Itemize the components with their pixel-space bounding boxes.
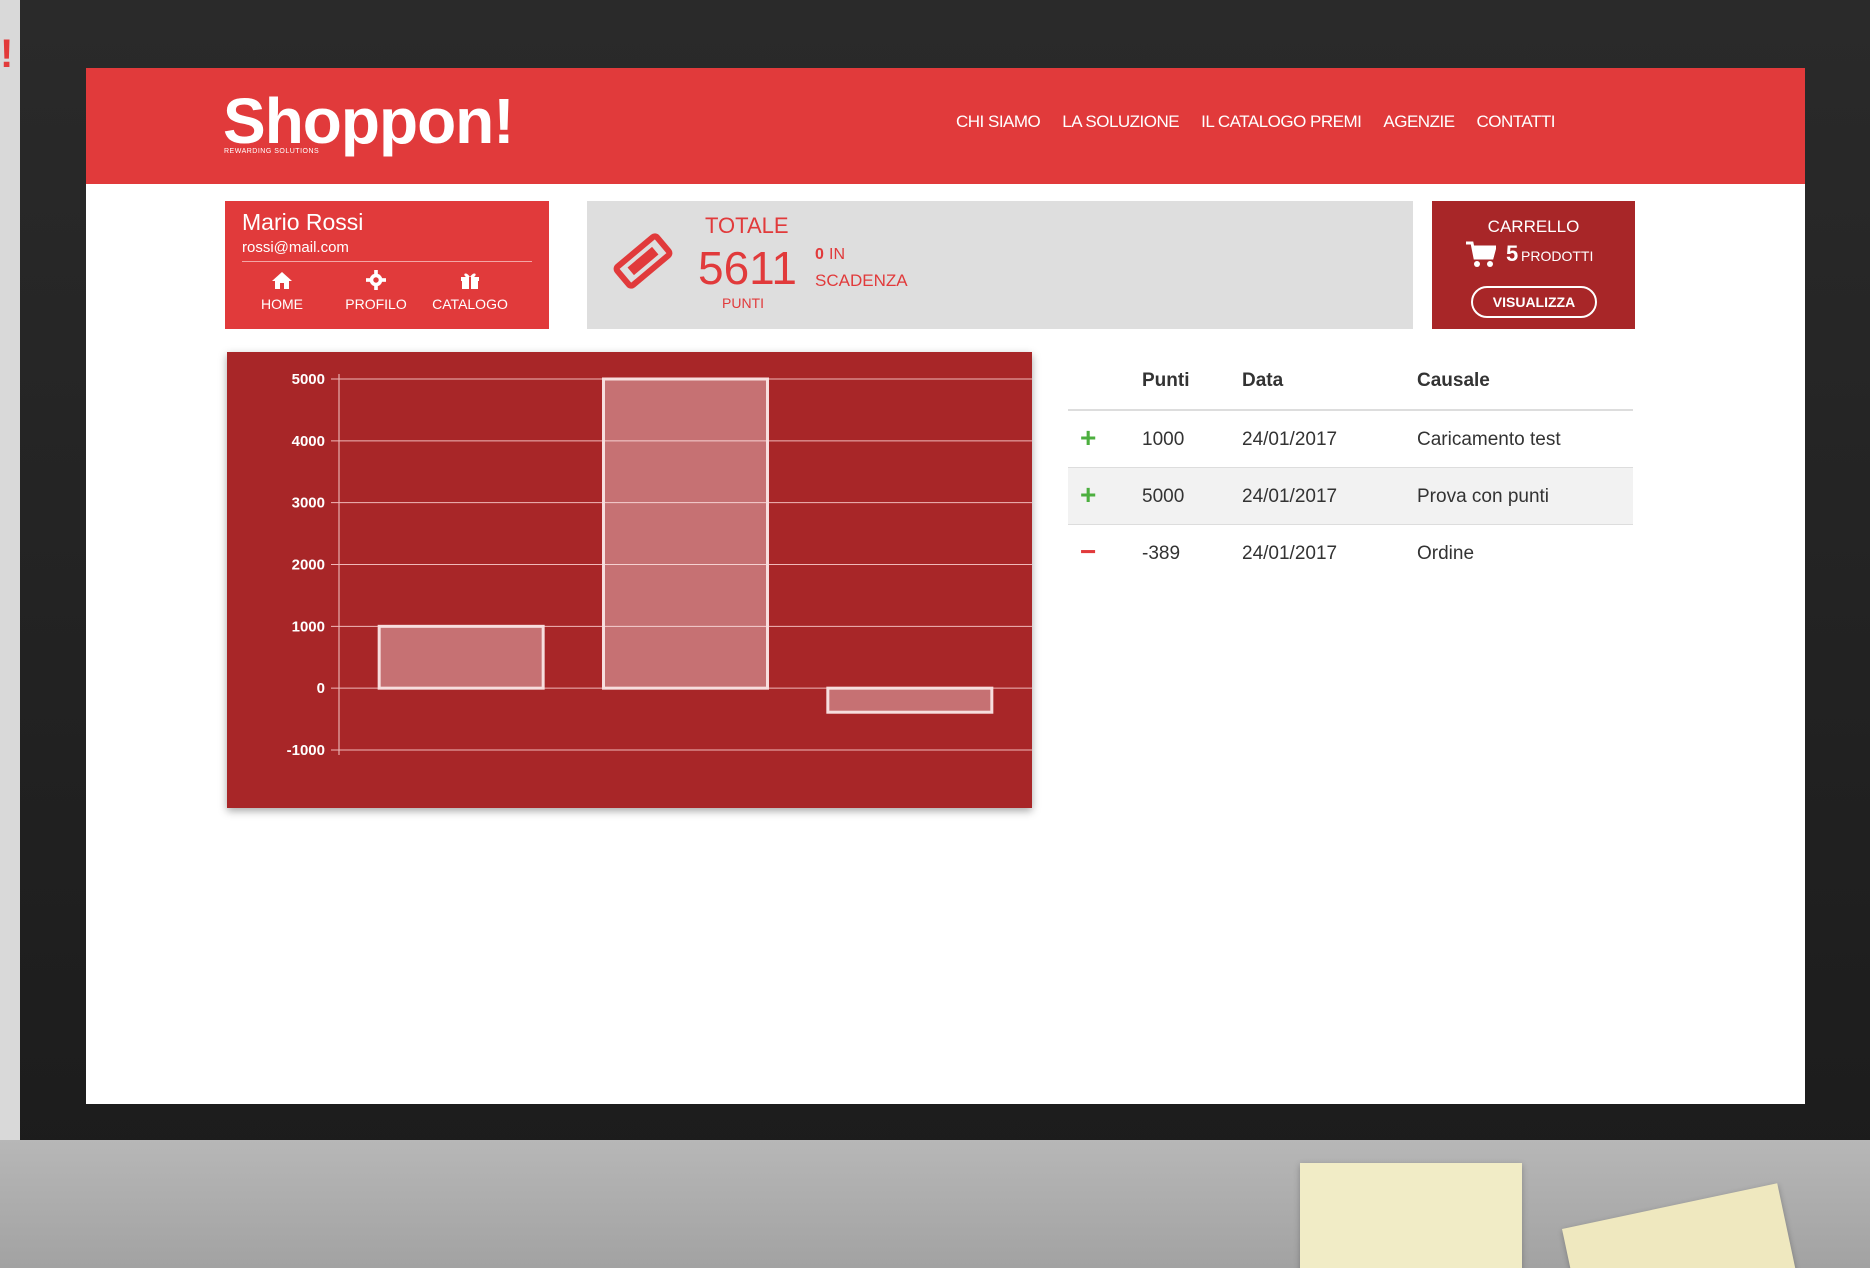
points-chart-svg: 5000 4000 3000 2000 1000 0 -1000 [287,371,1032,759]
user-nav-profilo-label: PROFILO [345,296,407,312]
gift-icon [423,270,517,296]
row-points: -389 [1142,543,1181,564]
bar [826,686,994,714]
user-email: rossi@mail.com [242,239,349,256]
plus-icon: + [1080,479,1097,510]
user-nav-catalogo-label: CATALOGO [432,296,508,312]
y-tick-label: 4000 [292,433,325,450]
cart-widget: CARRELLO 5 PRODOTTI VISUALIZZA [1432,201,1635,329]
row-date: 24/01/2017 [1242,486,1338,507]
row-reason: Caricamento test [1417,429,1561,450]
row-points: 5000 [1142,486,1185,507]
minus-icon: − [1080,536,1097,567]
y-tick-label: 3000 [292,495,325,512]
user-nav: HOME PROFILO CATALOGO [235,270,517,312]
nav-chi-siamo[interactable]: CHI SIAMO [956,112,1041,132]
header-reason: Causale [1417,370,1490,391]
total-points-unit: PUNTI [722,295,764,311]
total-points-value: 5611 [698,242,797,294]
header-points: Punti [1142,370,1190,391]
y-tick-label: 0 [317,680,325,697]
y-tick-label: -1000 [287,742,325,759]
transactions-table: Punti Data Causale + 1000 24/01/2017 Car… [1068,353,1633,581]
bar [377,624,545,690]
expiring-label: SCADENZA [815,271,908,290]
bar [602,377,769,690]
row-date: 24/01/2017 [1242,429,1338,450]
logo-subtitle: REWARDING SOLUTIONS [224,148,320,155]
row-reason: Ordine [1417,543,1475,564]
background-wall [0,0,20,1268]
expiring-in: IN [829,246,845,263]
points-chart: 5000 4000 3000 2000 1000 0 -1000 [227,352,1032,808]
y-tick-label: 5000 [292,371,325,388]
plus-icon: + [1080,422,1097,453]
total-label: TOTALE [705,213,789,238]
main-nav: CHI SIAMO LA SOLUZIONE IL CATALOGO PREMI… [956,112,1556,132]
cart-icon [1466,241,1497,274]
user-nav-home-label: HOME [261,296,303,312]
cart-unit: PRODOTTI [1521,248,1594,264]
site-header: Shoppon! REWARDING SOLUTIONS CHI SIAMO L… [86,68,1805,184]
row-points: 1000 [1142,429,1185,450]
row-reason: Prova con punti [1417,486,1550,507]
row-date: 24/01/2017 [1242,543,1338,564]
user-nav-profilo[interactable]: PROFILO [329,270,423,312]
home-icon [235,270,329,296]
table-row: − -389 24/01/2017 Ordine [1068,525,1633,581]
divider [242,261,532,262]
cart-title: CARRELLO [1487,217,1580,236]
y-tick-label: 2000 [292,557,325,574]
header-date: Data [1242,370,1284,391]
user-name: Mario Rossi [242,209,364,235]
table-header: Punti Data Causale [1068,353,1633,411]
corner-logo-fragment: ! [0,32,14,76]
nav-agenzie[interactable]: AGENZIE [1383,112,1455,132]
table-row: + 5000 24/01/2017 Prova con punti [1068,468,1633,525]
nav-contatti[interactable]: CONTATTI [1477,112,1556,132]
site-logo[interactable]: Shoppon! [223,84,515,158]
user-nav-catalogo[interactable]: CATALOGO [423,270,517,312]
nav-catalogo-premi[interactable]: IL CATALOGO PREMI [1201,112,1362,132]
view-cart-button[interactable]: VISUALIZZA [1471,286,1597,318]
y-tick-label: 1000 [292,618,325,635]
monitor-screen: Shoppon! REWARDING SOLUTIONS CHI SIAMO L… [86,68,1805,1104]
cart-count: 5 [1506,241,1519,266]
nav-la-soluzione[interactable]: LA SOLUZIONE [1062,112,1179,132]
monitor-frame: ! Shoppon! REWARDING SOLUTIONS CHI SIAMO… [0,0,1870,1268]
expiring-count: 0 [815,246,824,263]
gear-icon [329,270,423,296]
points-summary: TOTALE 5611 PUNTI 0 IN SCADENZA [587,201,1413,329]
user-card: Mario Rossi rossi@mail.com HOME PROFILO [225,201,549,329]
table-row: + 1000 24/01/2017 Caricamento test [1068,411,1633,468]
ticket-icon [611,229,675,298]
user-nav-home[interactable]: HOME [235,270,329,312]
sticky-note [1300,1163,1522,1268]
